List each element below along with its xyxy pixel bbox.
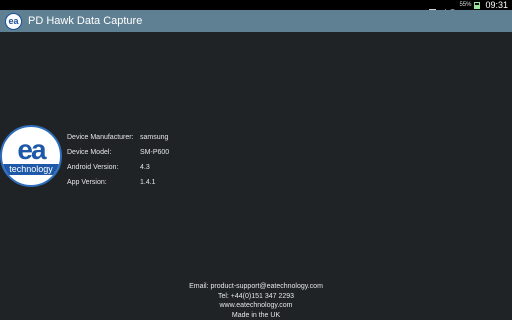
info-row-app-version: App Version: 1.4.1 bbox=[67, 175, 169, 190]
picture-icon bbox=[429, 2, 437, 15]
signal-icon bbox=[439, 2, 447, 15]
battery-icon bbox=[474, 1, 481, 9]
info-label: App Version: bbox=[67, 179, 107, 186]
battery-percentage: 55% bbox=[459, 2, 472, 8]
logo-mark: ea bbox=[17, 133, 46, 165]
info-row-model: Device Model: SM-P600 bbox=[67, 145, 169, 160]
contact-footer: Email: product-support@eatechnology.com … bbox=[0, 282, 512, 320]
app-logo-icon[interactable]: ea bbox=[5, 12, 22, 30]
app-title: PD Hawk Data Capture bbox=[28, 15, 143, 27]
info-value: 1.4.1 bbox=[140, 179, 156, 186]
info-label: Device Model: bbox=[67, 149, 112, 156]
info-row-android-version: Android Version: 4.3 bbox=[67, 160, 169, 175]
support-phone[interactable]: Tel: +44(0)151 347 2293 bbox=[0, 292, 512, 302]
info-value: SM-P600 bbox=[140, 149, 170, 156]
clock: 09:31 bbox=[485, 0, 508, 10]
info-row-manufacturer: Device Manufacturer: samsung bbox=[67, 130, 169, 145]
logo-wordmark: technology bbox=[2, 163, 60, 175]
wifi-icon bbox=[449, 2, 457, 15]
info-value: samsung bbox=[140, 134, 169, 141]
info-value: 4.3 bbox=[140, 164, 150, 171]
action-bar: ea PD Hawk Data Capture bbox=[0, 10, 512, 32]
info-label: Android Version: bbox=[67, 164, 119, 171]
ea-technology-logo: ea technology bbox=[0, 125, 62, 187]
support-email[interactable]: Email: product-support@eatechnology.com bbox=[0, 282, 512, 292]
status-bar: 55% 09:31 bbox=[0, 0, 512, 15]
made-in-label: Made in the UK bbox=[231, 311, 281, 319]
website-link[interactable]: www.eatechnology.com bbox=[0, 301, 512, 311]
info-label: Device Manufacturer: bbox=[67, 134, 134, 141]
device-info-table: Device Manufacturer: samsung Device Mode… bbox=[67, 130, 169, 190]
